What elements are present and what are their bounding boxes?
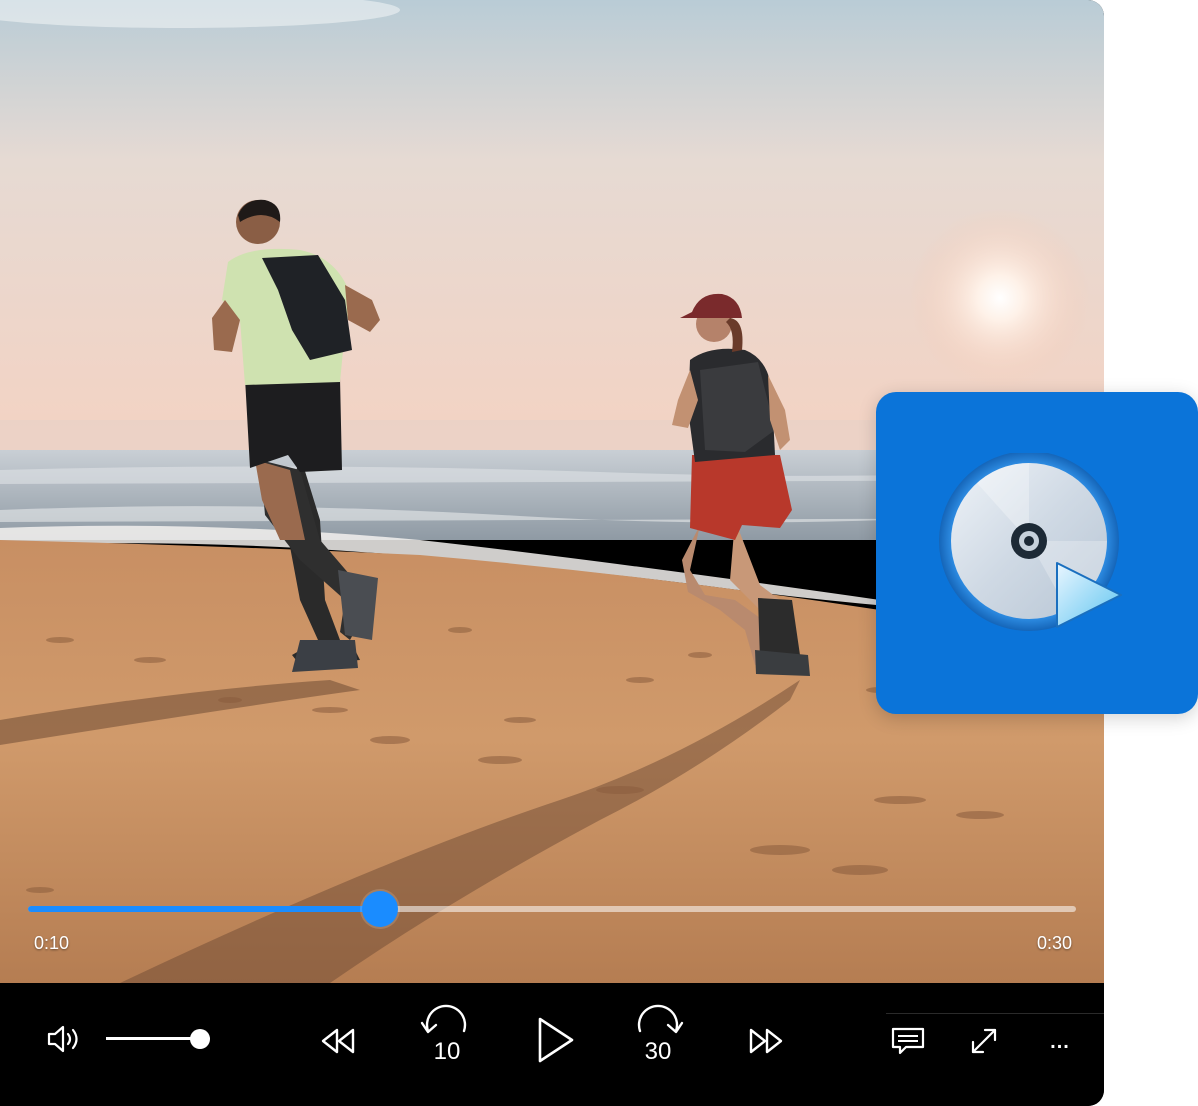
captions-icon [891, 1027, 925, 1055]
total-time: 0:30 [1036, 933, 1072, 953]
rewind-button[interactable] [314, 1021, 362, 1061]
skip-back-seconds: 10 [434, 1038, 461, 1065]
skip-back-10-icon: 10 [420, 1004, 467, 1065]
seek-bar[interactable] [28, 891, 1076, 927]
seek-bar-thumb[interactable] [362, 891, 399, 927]
control-divider [886, 1013, 1104, 1014]
fast-forward-icon [749, 1028, 783, 1054]
skip-forward-30-icon: 30 [637, 1004, 684, 1065]
app-icon-tile [876, 392, 1198, 714]
timeline: 0:10 0:30 [0, 880, 1104, 980]
volume-level [106, 1037, 200, 1040]
fast-forward-button[interactable] [742, 1021, 790, 1061]
captions-button[interactable] [886, 1023, 930, 1059]
volume-thumb[interactable] [189, 1028, 210, 1049]
volume-slider[interactable] [106, 1028, 210, 1049]
play-button[interactable] [530, 1013, 578, 1067]
more-icon: ... [1050, 1030, 1070, 1053]
skip-back-button[interactable]: 10 [418, 1001, 474, 1065]
skip-forward-button[interactable]: 30 [630, 1001, 686, 1065]
control-bar: 10 30 ... [0, 983, 1104, 1106]
media-player-app-icon [939, 453, 1122, 631]
volume-icon [47, 1025, 78, 1053]
fullscreen-button[interactable] [964, 1021, 1004, 1061]
volume-button[interactable] [42, 1021, 86, 1057]
rewind-icon [321, 1028, 355, 1054]
skip-forward-seconds: 30 [645, 1038, 672, 1065]
current-time: 0:10 [34, 933, 70, 953]
more-button[interactable]: ... [1040, 1027, 1080, 1057]
seek-bar-progress [28, 906, 381, 912]
play-icon [538, 1017, 574, 1063]
fullscreen-icon [971, 1028, 997, 1054]
